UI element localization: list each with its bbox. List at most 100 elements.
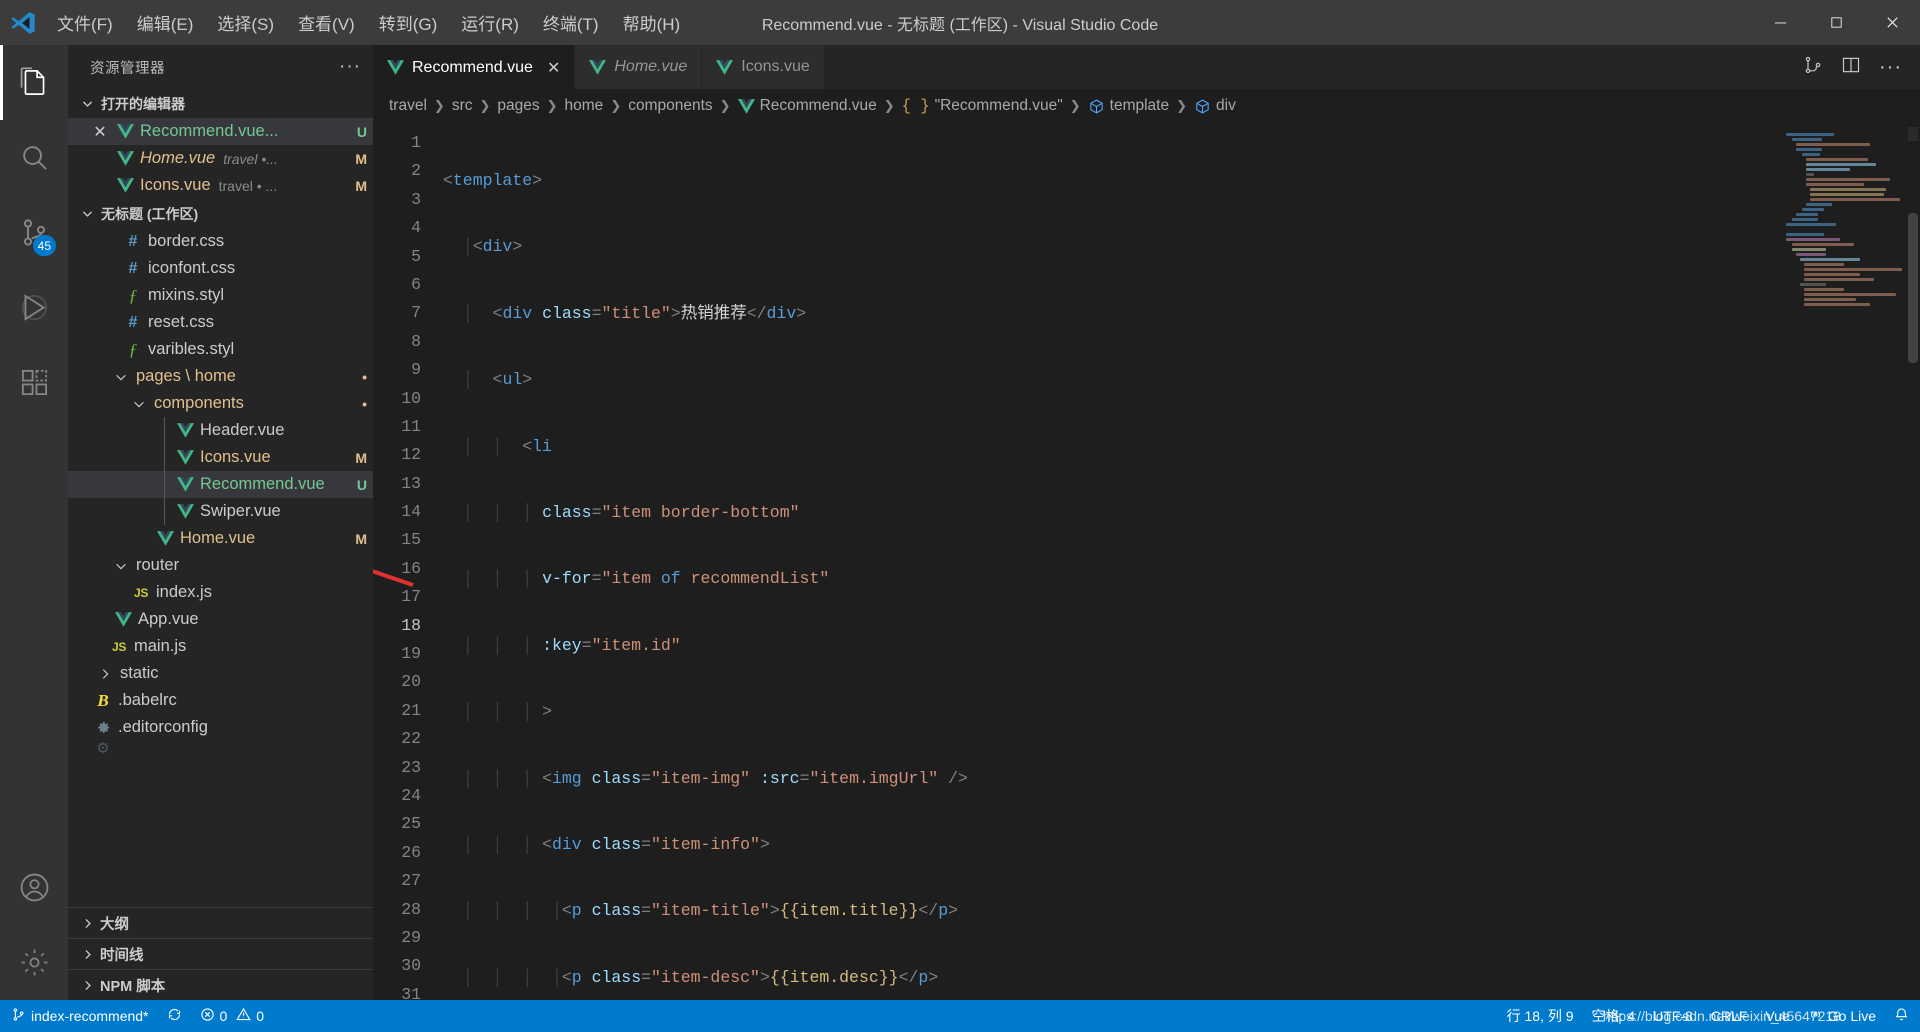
status-notifications[interactable] bbox=[1885, 1000, 1918, 1032]
breadcrumb-symbol-template[interactable]: template bbox=[1088, 97, 1169, 115]
tree-item-index-js[interactable]: JS index.js bbox=[68, 579, 373, 606]
open-editor-icons-vue[interactable]: Icons.vue travel • ... M bbox=[68, 172, 373, 199]
menu-go[interactable]: 转到(G) bbox=[368, 5, 449, 40]
open-editor-sub: travel • ... bbox=[218, 177, 278, 194]
breadcrumb-symbol-file[interactable]: { } "Recommend.vue" bbox=[902, 97, 1063, 115]
open-editor-home-vue[interactable]: Home.vue travel •... M bbox=[68, 145, 373, 172]
code-content[interactable]: <template> │<div> │ <div class="title">热… bbox=[435, 123, 1920, 1000]
menu-view[interactable]: 查看(V) bbox=[287, 5, 366, 40]
menu-selection[interactable]: 选择(S) bbox=[206, 5, 285, 40]
activitybar-source-control[interactable]: 45 bbox=[0, 195, 68, 270]
git-status-badge: M bbox=[355, 177, 367, 194]
menu-terminal[interactable]: 终端(T) bbox=[532, 5, 610, 40]
scrollbar-thumb[interactable] bbox=[1908, 213, 1918, 363]
tree-item-header-vue[interactable]: Header.vue bbox=[68, 417, 373, 444]
activitybar-manage-gear-icon[interactable] bbox=[0, 925, 68, 1000]
tree-item-border-css[interactable]: # border.css bbox=[68, 228, 373, 255]
npm-scripts-panel[interactable]: NPM 脚本 bbox=[68, 969, 373, 1000]
activitybar-run-and-debug[interactable] bbox=[0, 270, 68, 345]
tree-item-label: main.js bbox=[134, 637, 187, 655]
line-number: 15 bbox=[401, 530, 421, 550]
status-sync[interactable] bbox=[158, 1000, 191, 1032]
close-button[interactable] bbox=[1864, 0, 1920, 45]
section-open-editors[interactable]: 打开的编辑器 bbox=[68, 89, 373, 118]
menu-run[interactable]: 运行(R) bbox=[450, 5, 530, 40]
tree-item-icons-vue[interactable]: Icons.vue M bbox=[68, 444, 373, 471]
activitybar-search[interactable] bbox=[0, 120, 68, 195]
breadcrumb-recommend-vue[interactable]: Recommend.vue bbox=[737, 97, 877, 115]
code-line-8: │ │ │ :key="item.id" bbox=[462, 635, 681, 655]
breadcrumb-symbol-div[interactable]: div bbox=[1194, 97, 1236, 115]
npm-scripts-panel-label: NPM 脚本 bbox=[100, 978, 166, 995]
activitybar-accounts[interactable] bbox=[0, 850, 68, 925]
timeline-panel[interactable]: 时间线 bbox=[68, 938, 373, 969]
watermark-url: https://blog.csdn.net/weixin_45647218 bbox=[1602, 1008, 1841, 1024]
tree-item-recommend-vue[interactable]: Recommend.vue U bbox=[68, 471, 373, 498]
tab-recommend-vue[interactable]: Recommend.vue ✕ bbox=[373, 45, 576, 89]
menu-file[interactable]: 文件(F) bbox=[46, 5, 124, 40]
breadcrumb-components[interactable]: components bbox=[628, 97, 712, 115]
explorer-more-actions-icon[interactable]: ··· bbox=[339, 56, 361, 78]
tree-item-iconfont-css[interactable]: # iconfont.css bbox=[68, 255, 373, 282]
split-editor-icon[interactable] bbox=[1841, 55, 1861, 80]
menu-edit[interactable]: 编辑(E) bbox=[126, 5, 205, 40]
tree-item-label: reset.css bbox=[148, 313, 215, 331]
scrollbar-decoration bbox=[1908, 127, 1918, 141]
tab-home-vue[interactable]: Home.vue bbox=[575, 45, 703, 89]
explorer-tree[interactable]: 打开的编辑器 ✕ Recommend.vue... U Home.vue tra… bbox=[68, 89, 373, 907]
more-actions-icon[interactable]: ··· bbox=[1879, 56, 1902, 79]
line-number: 10 bbox=[401, 388, 421, 408]
tree-item-babelrc[interactable]: B .babelrc bbox=[68, 687, 373, 714]
open-editor-recommend-vue[interactable]: ✕ Recommend.vue... U bbox=[68, 118, 373, 145]
editor-scrollbar[interactable] bbox=[1906, 123, 1920, 1000]
tree-item-label: router bbox=[136, 556, 180, 574]
tree-item-partial-next[interactable]: ⚙ bbox=[68, 741, 373, 755]
tree-item-swiper-vue[interactable]: Swiper.vue bbox=[68, 498, 373, 525]
explorer-title-bar: 资源管理器 ··· bbox=[68, 45, 373, 89]
open-preview-icon[interactable] bbox=[1803, 55, 1823, 80]
open-editor-sub: travel •... bbox=[223, 150, 278, 167]
line-number: 7 bbox=[411, 303, 421, 323]
tab-label: Home.vue bbox=[614, 58, 688, 75]
tree-item-static[interactable]: static bbox=[68, 660, 373, 687]
close-icon[interactable]: ✕ bbox=[88, 122, 112, 142]
editor-actions: ··· bbox=[1785, 45, 1920, 89]
line-number: 8 bbox=[411, 331, 421, 351]
maximize-button[interactable] bbox=[1808, 0, 1864, 45]
activitybar-extensions[interactable] bbox=[0, 345, 68, 420]
section-workspace[interactable]: 无标题 (工作区) bbox=[68, 199, 373, 228]
code-line-3: │ <div class="title">热销推荐</div> bbox=[462, 303, 807, 323]
tree-item-home-vue[interactable]: Home.vue M bbox=[68, 525, 373, 552]
close-icon[interactable]: ✕ bbox=[547, 58, 560, 78]
breadcrumb-pages[interactable]: pages bbox=[497, 97, 539, 115]
tab-icons-vue[interactable]: Icons.vue bbox=[702, 45, 825, 89]
minimize-button[interactable] bbox=[1752, 0, 1808, 45]
menu-help[interactable]: 帮助(H) bbox=[612, 5, 692, 40]
line-number: 9 bbox=[411, 360, 421, 380]
tree-item-main-js[interactable]: JS main.js bbox=[68, 633, 373, 660]
tree-item-varibles-styl[interactable]: ƒ varibles.styl bbox=[68, 336, 373, 363]
breadcrumb-travel[interactable]: travel bbox=[389, 97, 427, 115]
vue-icon bbox=[172, 504, 198, 519]
breadcrumb-home[interactable]: home bbox=[565, 97, 604, 115]
tree-item-reset-css[interactable]: # reset.css bbox=[68, 309, 373, 336]
tree-item-mixins-styl[interactable]: ƒ mixins.styl bbox=[68, 282, 373, 309]
tree-item-label: varibles.styl bbox=[148, 340, 235, 358]
line-number: 2 bbox=[411, 161, 421, 181]
outline-panel[interactable]: 大纲 bbox=[68, 907, 373, 938]
tree-item-editorconfig[interactable]: .editorconfig bbox=[68, 714, 373, 741]
status-bar: index-recommend* 0 0 行 18, 列 9 空格: 4 UTF… bbox=[0, 1000, 1920, 1032]
breadcrumb: travel ❯ src ❯ pages ❯ home ❯ components… bbox=[373, 89, 1920, 123]
tree-item-pages-home[interactable]: pages \ home • bbox=[68, 363, 373, 390]
status-cursor-position[interactable]: 行 18, 列 9 bbox=[1498, 1000, 1583, 1032]
tree-item-app-vue[interactable]: App.vue bbox=[68, 606, 373, 633]
code-editor[interactable]: 1 2 3 4 5 6 7 8 9 10 11 12 13 14 15 16 1 bbox=[373, 123, 1920, 1000]
tree-item-components[interactable]: components • bbox=[68, 390, 373, 417]
tree-item-router[interactable]: router bbox=[68, 552, 373, 579]
js-icon: JS bbox=[111, 639, 127, 654]
status-problems[interactable]: 0 0 bbox=[191, 1000, 274, 1032]
activitybar-explorer[interactable] bbox=[0, 45, 68, 120]
line-number: 21 bbox=[401, 700, 421, 720]
breadcrumb-src[interactable]: src bbox=[452, 97, 473, 115]
status-branch[interactable]: index-recommend* bbox=[2, 1000, 158, 1032]
